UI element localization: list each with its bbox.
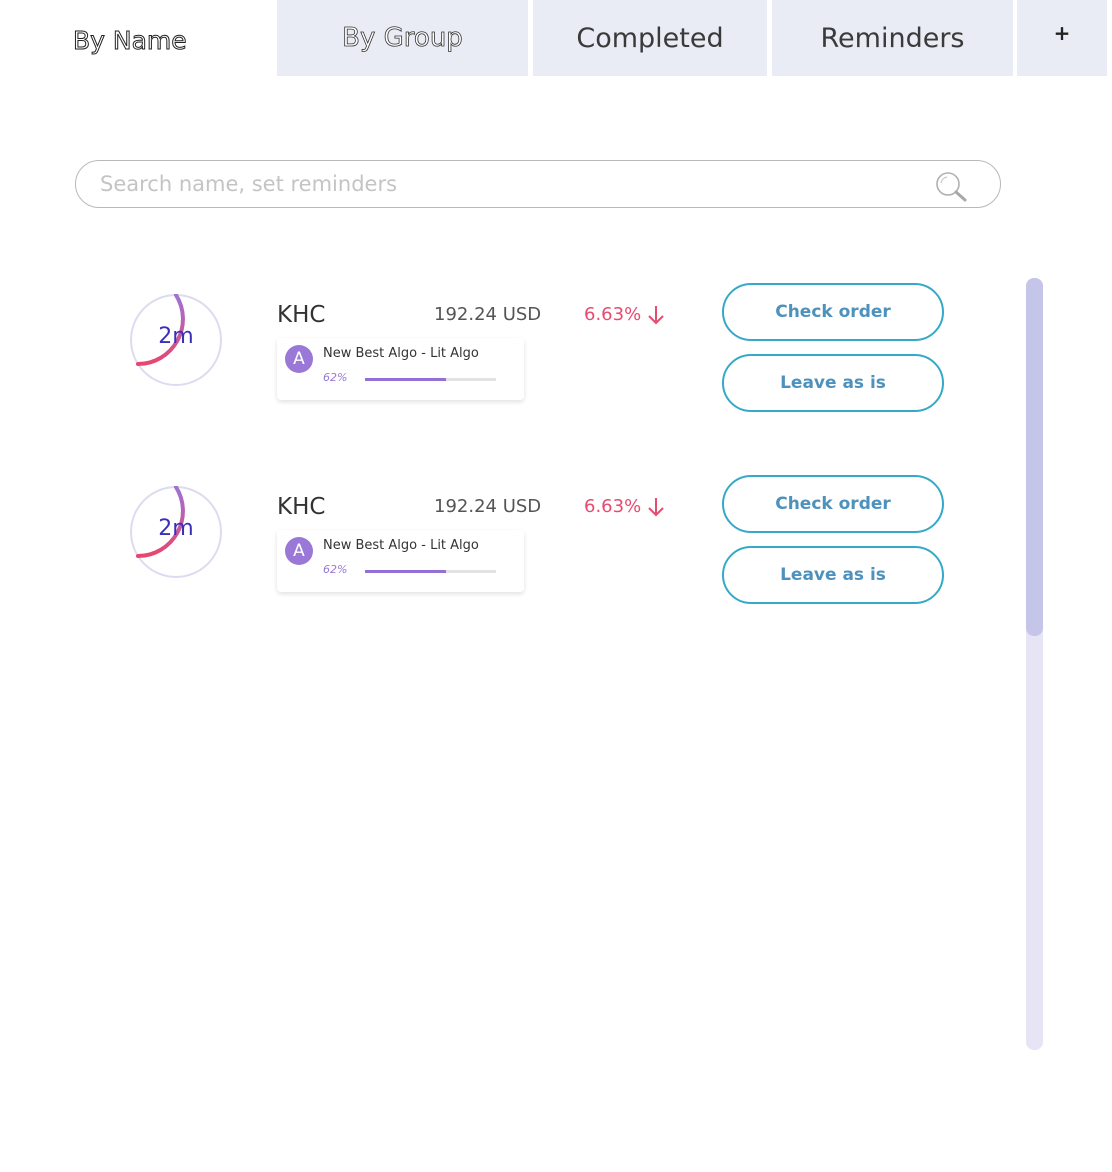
tab-add-button[interactable]: +	[1017, 0, 1107, 76]
change-percent: 6.63%	[584, 304, 642, 325]
price: 192.24 USD	[434, 304, 542, 325]
scrollbar-thumb[interactable]	[1026, 278, 1043, 636]
tab-by-group[interactable]: By Group	[277, 0, 528, 76]
orders-page: By Name By Group Completed Reminders + S…	[0, 0, 1112, 1172]
leave-as-is-button[interactable]: Leave as is	[722, 546, 944, 604]
tab-label: By Name	[73, 26, 188, 56]
ticker-symbol: KHC	[277, 302, 326, 328]
tab-reminders[interactable]: Reminders	[772, 0, 1013, 76]
order-row: 2m KHC 192.24 USD 6.63% A New Best Algo …	[0, 472, 1000, 612]
algo-avatar: A	[285, 537, 313, 565]
search-bar	[75, 160, 1001, 208]
algo-progress-label: 62%	[323, 563, 348, 576]
algo-name: New Best Algo - Lit Algo	[323, 346, 479, 361]
algo-card[interactable]: A New Best Algo - Lit Algo 62%	[277, 530, 524, 592]
check-order-button[interactable]: Check order	[722, 283, 944, 341]
timer-value: 2m	[158, 324, 194, 349]
scrollbar-track[interactable]	[1026, 278, 1043, 1050]
arrow-down-icon	[648, 498, 664, 517]
algo-progress-fill	[365, 378, 447, 381]
tab-label: Completed	[576, 22, 724, 54]
tab-completed[interactable]: Completed	[533, 0, 767, 76]
plus-icon: +	[1053, 21, 1071, 45]
algo-avatar: A	[285, 345, 313, 373]
tab-label: By Group	[342, 23, 463, 54]
algo-progress-bar	[365, 378, 496, 381]
search-icon[interactable]	[934, 171, 968, 203]
change-percent: 6.63%	[584, 496, 642, 517]
tab-by-name[interactable]: By Name	[0, 0, 276, 76]
tab-label: Reminders	[820, 22, 965, 54]
algo-card[interactable]: A New Best Algo - Lit Algo 62%	[277, 338, 524, 400]
check-order-button[interactable]: Check order	[722, 475, 944, 533]
timer-value: 2m	[158, 516, 194, 541]
ticker-symbol: KHC	[277, 494, 326, 520]
search-input[interactable]	[98, 171, 922, 197]
algo-progress-bar	[365, 570, 496, 573]
leave-as-is-button[interactable]: Leave as is	[722, 354, 944, 412]
algo-progress-label: 62%	[323, 371, 348, 384]
algo-name: New Best Algo - Lit Algo	[323, 538, 479, 553]
tab-bar: By Name By Group Completed Reminders +	[0, 0, 1112, 76]
order-row: 2m KHC 192.24 USD 6.63% A New Best Algo …	[0, 280, 1000, 420]
algo-progress-fill	[365, 570, 447, 573]
price: 192.24 USD	[434, 496, 542, 517]
arrow-down-icon	[648, 306, 664, 325]
